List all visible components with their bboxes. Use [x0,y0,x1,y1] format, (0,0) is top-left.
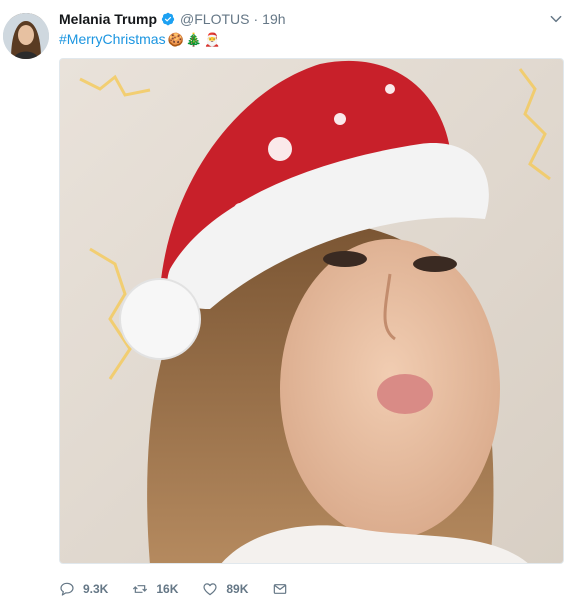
retweet-count: 16K [156,582,179,596]
chevron-down-icon[interactable] [549,12,563,26]
tweet-text: #MerryChristmas 🍪 🎄 🎅 [59,30,220,49]
heart-icon [203,583,217,596]
display-name[interactable]: Melania Trump [59,11,157,27]
reply-count: 9.3K [83,582,109,596]
reply-icon [60,582,74,596]
tweet-photo[interactable] [59,58,564,564]
retweet-icon [133,585,148,593]
timestamp[interactable]: 19h [262,11,285,27]
like-count: 89K [226,582,249,596]
avatar[interactable] [3,13,49,59]
tweet-actions: 9.3K 16K 89K [59,578,288,600]
hashtag-link[interactable]: #MerryChristmas [59,31,166,47]
reply-button[interactable]: 9.3K [59,581,108,597]
share-button[interactable] [272,581,288,597]
photo-illustration [60,59,563,563]
envelope-icon [274,584,287,594]
tweet-header: Melania Trump @FLOTUS · 19h [59,9,286,29]
retweet-button[interactable]: 16K [132,581,178,597]
gingerbread-emoji: 🍪 [167,32,184,47]
avatar-image [3,13,49,59]
separator-dot: · [253,11,259,27]
christmas-tree-emoji: 🎄 [185,32,202,47]
tweet-card: Melania Trump @FLOTUS · 19h #MerryChrist… [0,0,579,606]
santa-emoji: 🎅 [203,32,221,47]
like-button[interactable]: 89K [202,581,248,597]
verified-badge-icon [161,12,175,26]
user-handle[interactable]: @FLOTUS [180,11,249,27]
